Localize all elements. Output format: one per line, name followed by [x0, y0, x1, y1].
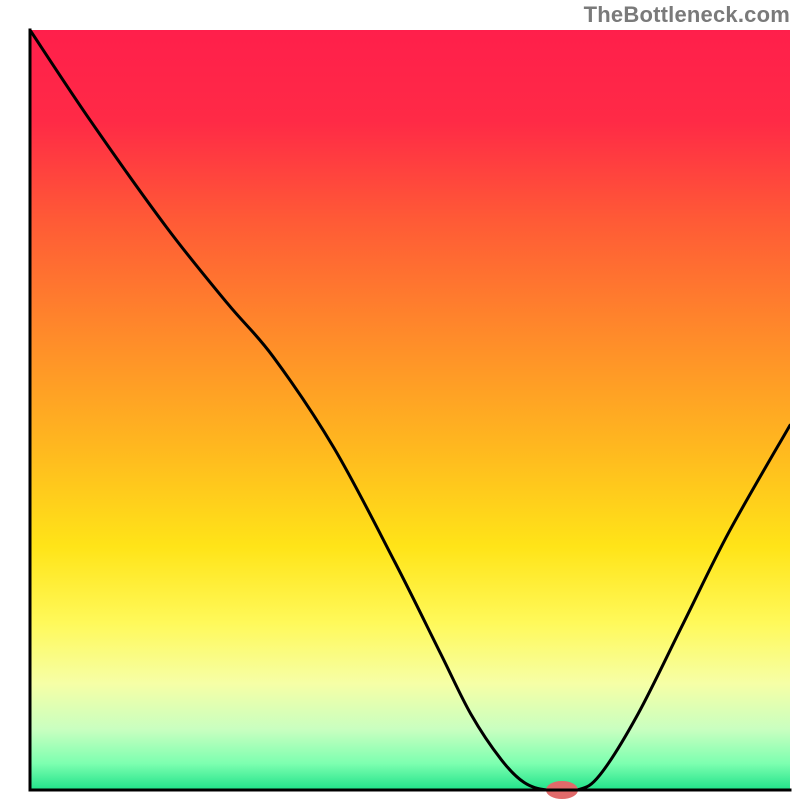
gradient-background — [30, 30, 790, 790]
bottleneck-chart — [0, 0, 800, 800]
